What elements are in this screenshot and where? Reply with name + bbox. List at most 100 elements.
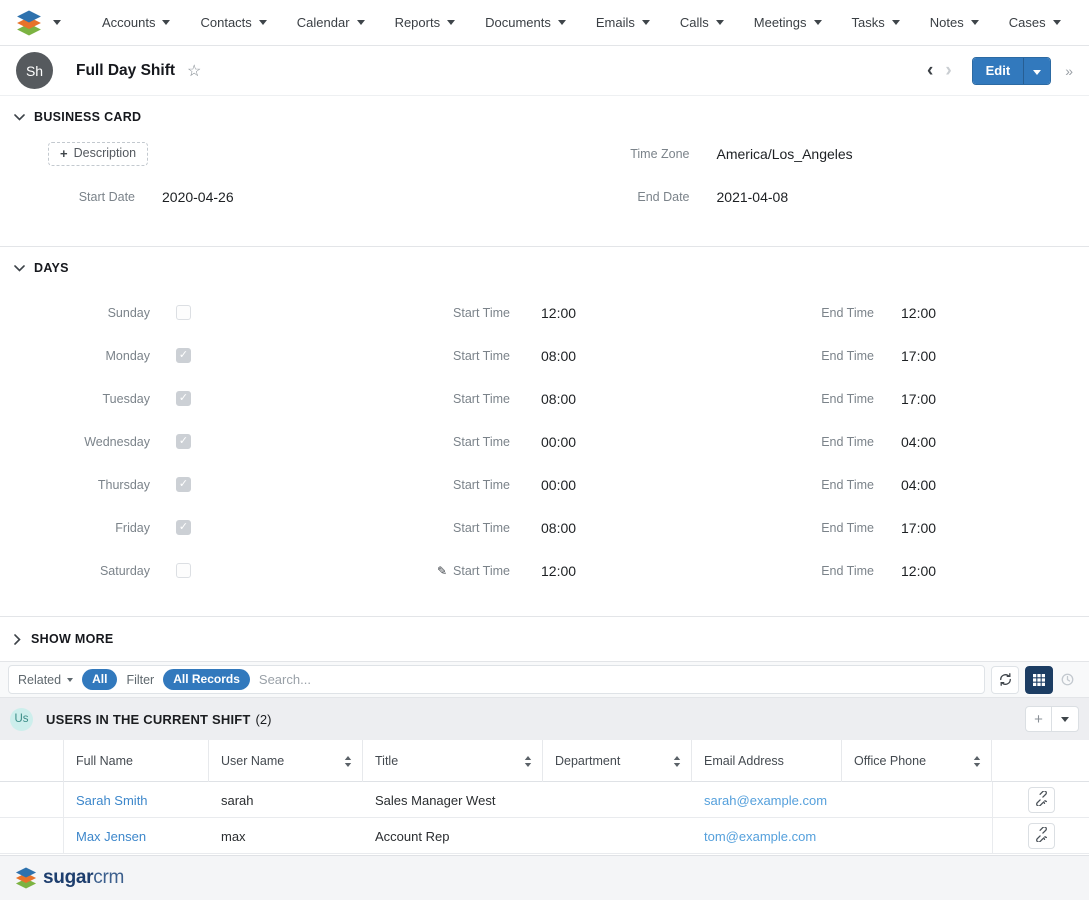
field-value[interactable]: 2020-04-26	[162, 189, 234, 205]
end-time-value[interactable]: 17:00	[874, 348, 1089, 364]
edit-dropdown-button[interactable]	[1023, 58, 1050, 84]
department-cell	[543, 818, 692, 854]
previous-record-button[interactable]: ‹	[921, 60, 939, 82]
full-name-link[interactable]: Max Jensen	[76, 829, 146, 844]
nav-item-calls[interactable]: Calls	[665, 15, 739, 30]
all-records-badge[interactable]: All Records	[163, 669, 250, 690]
unlink-button[interactable]	[1028, 787, 1055, 813]
day-checkbox[interactable]: ✓	[176, 520, 191, 535]
refresh-icon	[998, 672, 1013, 687]
add-description-button[interactable]: + Description	[48, 142, 148, 166]
nav-item-tasks[interactable]: Tasks	[837, 15, 915, 30]
chevron-down-icon	[357, 20, 365, 25]
related-all-badge[interactable]: All	[82, 669, 117, 690]
full-name-cell: Sarah Smith	[64, 782, 209, 818]
row-lead-cell	[0, 818, 64, 854]
nav-item-product-catalog[interactable]: Product Catalog	[1076, 15, 1089, 30]
start-time-value[interactable]: 12:00	[510, 305, 710, 321]
nav-item-contacts[interactable]: Contacts	[185, 15, 281, 30]
end-time-value[interactable]: 12:00	[874, 305, 1089, 321]
column-header-user-name[interactable]: User Name	[209, 740, 363, 782]
day-row-monday: Monday✓Start Time08:00End Time17:00	[0, 334, 1089, 377]
column-header-label: Office Phone	[854, 754, 926, 768]
business-card-section-toggle[interactable]: BUSINESS CARD	[0, 96, 1089, 126]
column-header-department[interactable]: Department	[543, 740, 692, 782]
start-time-label: Start Time	[210, 478, 510, 492]
field-value[interactable]: America/Los_Angeles	[717, 146, 853, 162]
nav-item-documents[interactable]: Documents	[470, 15, 581, 30]
home-logo-menu[interactable]	[12, 10, 69, 36]
email-link[interactable]: tom@example.com	[704, 829, 816, 844]
start-time-value[interactable]: 00:00	[510, 434, 710, 450]
day-checkbox[interactable]: ✓	[176, 391, 191, 406]
clock-icon	[1060, 672, 1075, 687]
email-cell: tom@example.com	[692, 818, 842, 854]
field-value[interactable]: 2021-04-08	[717, 189, 789, 205]
edit-button[interactable]: Edit	[973, 58, 1024, 84]
user-name-cell: sarah	[209, 782, 363, 818]
edit-split-button: Edit	[972, 57, 1052, 85]
nav-item-cases[interactable]: Cases	[994, 15, 1076, 30]
end-time-value[interactable]: 17:00	[874, 391, 1089, 407]
start-time-value[interactable]: 00:00	[510, 477, 710, 493]
nav-item-emails[interactable]: Emails	[581, 15, 665, 30]
row-actions-cell	[992, 782, 1089, 818]
add-user-button[interactable]: +	[1025, 706, 1052, 732]
nav-item-meetings[interactable]: Meetings	[739, 15, 837, 30]
day-row-sunday: SundayStart Time12:00End Time12:00	[0, 291, 1089, 334]
table-row: Sarah SmithsarahSales Manager Westsarah@…	[0, 782, 1089, 818]
day-label: Saturday	[0, 564, 150, 578]
search-input[interactable]	[259, 672, 975, 687]
unlink-button[interactable]	[1028, 823, 1055, 849]
sort-icon	[344, 756, 352, 767]
column-header-title[interactable]: Title	[363, 740, 543, 782]
full-name-cell: Max Jensen	[64, 818, 209, 854]
sort-icon	[524, 756, 532, 767]
full-name-link[interactable]: Sarah Smith	[76, 793, 148, 808]
panel-actions: +	[1025, 706, 1079, 732]
nav-item-calendar[interactable]: Calendar	[282, 15, 380, 30]
end-time-value[interactable]: 12:00	[874, 563, 1089, 579]
chevron-down-icon	[1061, 717, 1069, 722]
end-time-value[interactable]: 17:00	[874, 520, 1089, 536]
column-header-email-address: Email Address	[692, 740, 842, 782]
start-time-value[interactable]: 08:00	[510, 391, 710, 407]
next-record-button[interactable]: ›	[939, 60, 957, 82]
table-header-lead-cell	[0, 740, 64, 782]
end-time-value[interactable]: 04:00	[874, 477, 1089, 493]
email-link[interactable]: sarah@example.com	[704, 793, 827, 808]
add-description-label: Description	[74, 146, 137, 160]
end-time-value[interactable]: 04:00	[874, 434, 1089, 450]
column-header-office-phone[interactable]: Office Phone	[842, 740, 992, 782]
start-time-label: Start Time	[210, 521, 510, 535]
refresh-button[interactable]	[991, 666, 1019, 694]
day-checkbox[interactable]: ✓	[176, 434, 191, 449]
day-checkbox[interactable]: ✓	[176, 477, 191, 492]
grid-view-button[interactable]	[1025, 666, 1053, 694]
sugarcrm-footer-logo[interactable]: sugarcrm	[14, 867, 124, 889]
day-label: Thursday	[0, 478, 150, 492]
day-checkbox[interactable]	[176, 563, 191, 578]
related-filter-bar: Related All Filter All Records	[0, 661, 1089, 698]
nav-item-accounts[interactable]: Accounts	[87, 15, 185, 30]
day-rows: SundayStart Time12:00End Time12:00Monday…	[0, 291, 1089, 592]
start-time-label: ✎Start Time	[210, 564, 510, 578]
nav-item-label: Calls	[680, 15, 709, 30]
related-dropdown[interactable]: Related	[18, 673, 73, 687]
start-time-value[interactable]: 08:00	[510, 520, 710, 536]
days-section-toggle[interactable]: DAYS	[0, 247, 1089, 277]
day-checkbox[interactable]: ✓	[176, 348, 191, 363]
day-checkbox[interactable]	[176, 305, 191, 320]
start-time-value[interactable]: 08:00	[510, 348, 710, 364]
expand-drawer-icon[interactable]: »	[1065, 63, 1073, 79]
show-more-toggle[interactable]: SHOW MORE	[0, 616, 1089, 661]
start-time-value[interactable]: 12:00	[510, 563, 710, 579]
timeline-view-button[interactable]	[1053, 666, 1081, 694]
nav-item-reports[interactable]: Reports	[380, 15, 471, 30]
user-name-cell: max	[209, 818, 363, 854]
favorite-star-icon[interactable]: ☆	[187, 61, 201, 81]
panel-dropdown-button[interactable]	[1052, 706, 1079, 732]
nav-item-notes[interactable]: Notes	[915, 15, 994, 30]
filter-label[interactable]: Filter	[126, 673, 154, 687]
start-time-label: Start Time	[210, 435, 510, 449]
